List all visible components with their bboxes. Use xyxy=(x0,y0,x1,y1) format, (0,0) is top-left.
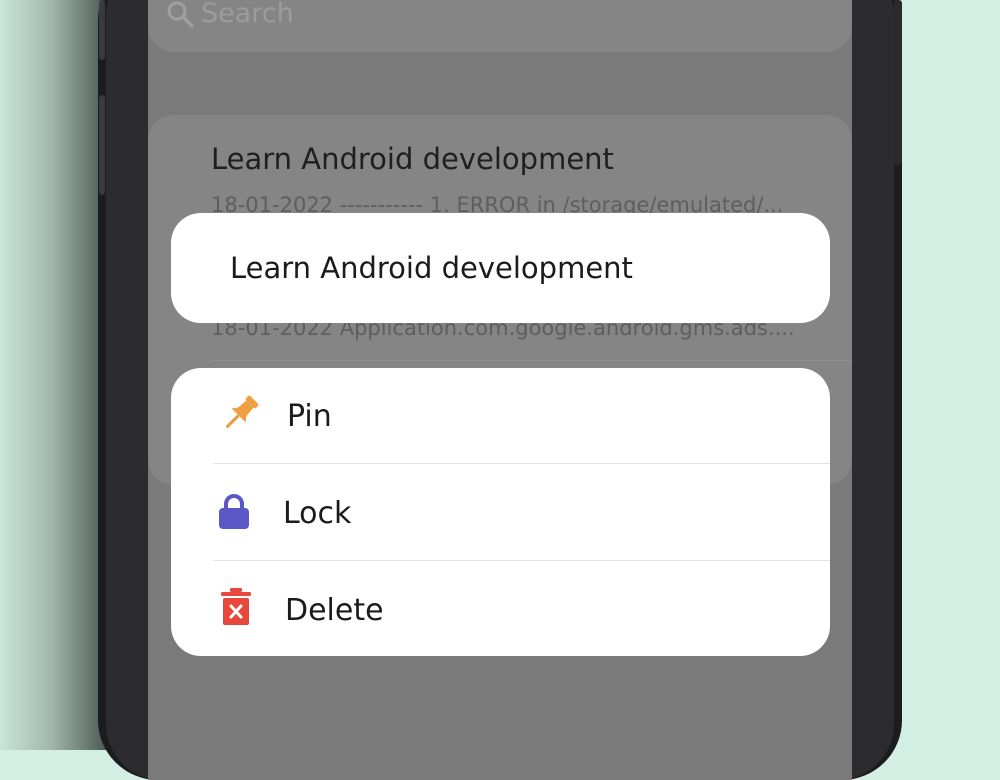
pushpin-icon xyxy=(225,395,259,429)
phone-side-button xyxy=(99,0,105,60)
search-icon xyxy=(167,1,194,28)
search-bar[interactable]: Search xyxy=(148,0,852,52)
pin-label: Pin xyxy=(287,399,332,434)
pin-button[interactable]: Pin xyxy=(171,368,830,464)
phone-volume-button xyxy=(99,95,105,195)
phone-power-button xyxy=(894,0,902,165)
context-menu-title: Learn Android development xyxy=(230,251,633,285)
note-title[interactable]: Learn Android development xyxy=(211,142,614,176)
note-divider xyxy=(211,360,852,361)
lock-icon xyxy=(219,494,249,529)
trash-icon xyxy=(221,588,251,625)
menu-divider xyxy=(213,463,830,464)
lock-button[interactable]: Lock xyxy=(171,465,830,561)
context-action-menu: Pin Lock Delete xyxy=(171,368,830,656)
search-placeholder: Search xyxy=(201,0,294,29)
menu-divider xyxy=(213,560,830,561)
delete-button[interactable]: Delete xyxy=(171,562,830,656)
delete-label: Delete xyxy=(285,593,384,628)
lock-label: Lock xyxy=(283,496,352,531)
context-menu-title-card: Learn Android development xyxy=(171,213,830,323)
